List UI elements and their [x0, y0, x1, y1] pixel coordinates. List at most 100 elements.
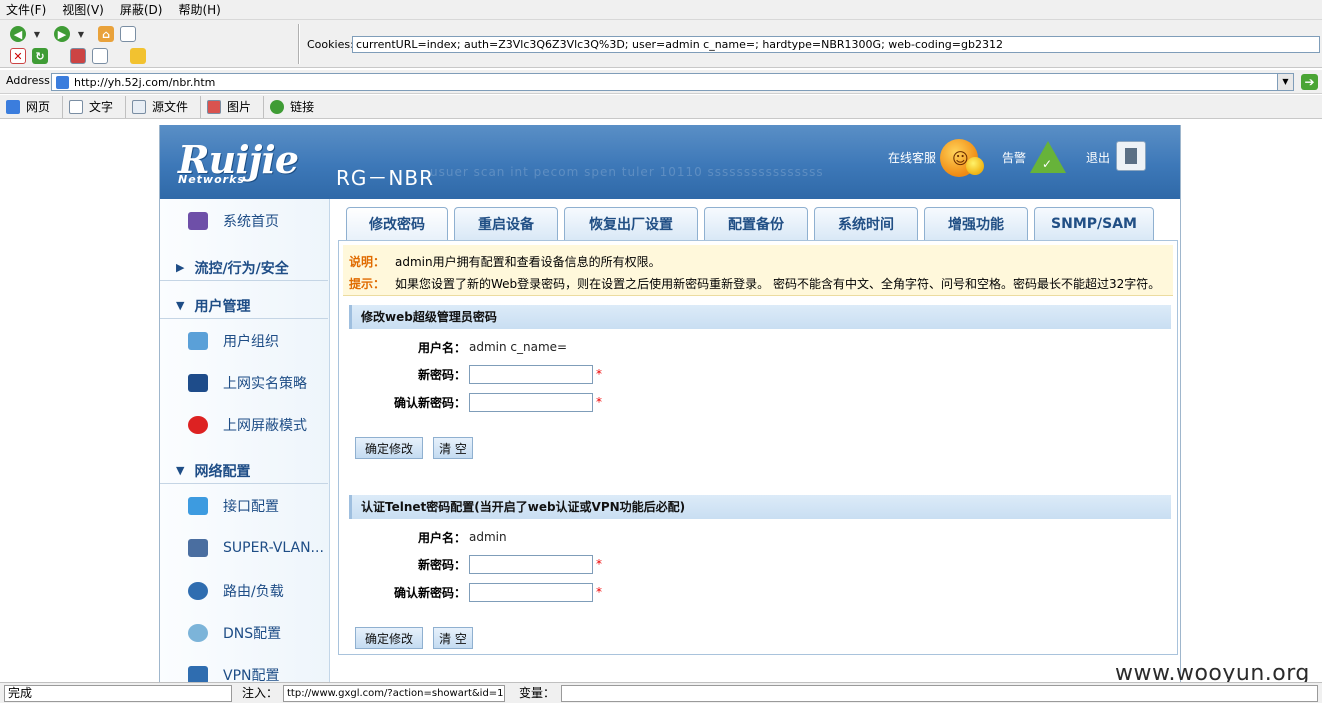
sidebar-item-dns[interactable]: DNS配置 [160, 613, 328, 653]
sidebar-item-label: 接口配置 [223, 499, 279, 515]
web-password-section-title: 修改web超级管理员密码 [349, 305, 1171, 329]
view-webpage-button[interactable]: 网页 [0, 95, 64, 118]
inject-label: 注入： [242, 686, 279, 700]
notice-box: 说明： admin用户拥有配置和查看设备信息的所有权限。 提示： 如果您设置了新的W… [343, 245, 1173, 296]
telnet-clear-button[interactable]: 清 空 [433, 627, 473, 649]
variable-label: 变量： [519, 686, 556, 700]
menu-bar: 文件(F) 视图(V) 屏蔽(D) 帮助(H) [0, 0, 1322, 20]
sidebar-item-vlan[interactable]: SUPER-VLAN... [160, 528, 328, 568]
tab-factory-reset[interactable]: 恢复出厂设置 [564, 207, 698, 240]
alarm-link[interactable]: 告警 [1002, 149, 1026, 166]
copy-icon[interactable] [70, 48, 86, 64]
web-submit-button[interactable]: 确定修改 [355, 437, 423, 459]
telnet-confirm-password-input[interactable] [469, 582, 593, 602]
tab-panel: 说明： admin用户拥有配置和查看设备信息的所有权限。 提示： 如果您设置了新的W… [338, 240, 1178, 655]
toolbar-separator [298, 24, 300, 64]
sidebar-group-user-mgmt[interactable]: ▼ 用户管理 [160, 293, 328, 319]
new-page-icon[interactable] [120, 26, 136, 42]
paste-icon[interactable] [92, 48, 108, 64]
sidebar-item-label: 用户组织 [223, 334, 279, 350]
logout-link[interactable]: 退出 [1086, 149, 1110, 166]
required-mark: * [596, 585, 602, 599]
sidebar-item-label: SUPER-VLAN... [223, 540, 324, 556]
notice-desc: 说明： admin用户拥有配置和查看设备信息的所有权限。 [349, 253, 661, 270]
edit-icon [188, 539, 208, 557]
menu-block[interactable]: 屏蔽(D) [120, 1, 163, 18]
logout-icon[interactable] [1116, 141, 1146, 171]
menu-view[interactable]: 视图(V) [62, 1, 104, 18]
address-input[interactable]: http://yh.52j.com/nbr.htm ▼ [51, 73, 1294, 91]
sidebar-group-net-cfg[interactable]: ▼ 网络配置 [160, 458, 328, 484]
web-new-password-row: 新密码： * [349, 364, 1169, 384]
telnet-new-password-input[interactable] [469, 554, 593, 574]
lock-icon[interactable] [130, 48, 146, 64]
web-new-password-input[interactable] [469, 364, 593, 384]
back-icon[interactable]: ◀ [10, 26, 26, 42]
sidebar-item-iface[interactable]: 接口配置 [160, 486, 328, 526]
tab-config-backup[interactable]: 配置备份 [704, 207, 808, 240]
address-bar: Address: http://yh.52j.com/nbr.htm ▼ ➔ [0, 70, 1322, 94]
forward-dropdown-icon[interactable]: ▼ [76, 26, 86, 42]
cookies-input[interactable]: currentURL=index; auth=Z3Vlc3Q6Z3Vlc3Q%3… [352, 36, 1320, 53]
sidebar-item-home[interactable]: 系统首页 [160, 201, 328, 241]
network-icon [188, 497, 208, 515]
sidebar-item-route[interactable]: 路由/负载 [160, 571, 328, 611]
notice-tip: 提示： 如果您设置了新的Web登录密码，则在设置之后使用新密码重新登录。 密码不能… [349, 275, 1160, 292]
chevron-down-icon: ▼ [176, 464, 185, 477]
view-bar: 网页 文字 源文件 图片 链接 [0, 95, 1322, 119]
stop-icon[interactable]: ✕ [10, 48, 26, 64]
view-webpage-label: 网页 [26, 100, 51, 114]
online-service-link[interactable]: 在线客服 [888, 149, 936, 166]
web-page: usuer scan int pecom spen tuler 10110 ss… [0, 125, 1322, 682]
view-links-label: 链接 [290, 100, 315, 114]
notice-desc-label: 说明： [349, 255, 386, 269]
tab-reboot[interactable]: 重启设备 [454, 207, 558, 240]
view-links-button[interactable]: 链接 [264, 96, 326, 118]
telnet-confirm-password-row: 确认新密码： * [349, 582, 1169, 602]
view-source-button[interactable]: 源文件 [126, 95, 202, 118]
telnet-username-label: 用户名： [417, 530, 466, 545]
view-text-label: 文字 [89, 100, 114, 114]
sidebar-group-flow[interactable]: ▶ 流控/行为/安全 [160, 255, 328, 281]
sidebar-item-vpn[interactable]: VPN配置 [160, 655, 328, 682]
back-dropdown-icon[interactable]: ▼ [32, 26, 42, 42]
router-header: usuer scan int pecom spen tuler 10110 ss… [160, 125, 1180, 199]
sidebar-item-user-group[interactable]: 用户组织 [160, 321, 328, 361]
toolbar-icons: ◀ ▼ ▶ ▼ ⌂ ✕ ↻ [6, 24, 296, 64]
web-confirm-password-input[interactable] [469, 392, 593, 412]
forward-icon[interactable]: ▶ [54, 26, 70, 42]
required-mark: * [596, 395, 602, 409]
web-username-label: 用户名： [417, 340, 466, 355]
sidebar-item-block[interactable]: 上网屏蔽模式 [160, 405, 328, 445]
home-icon[interactable]: ⌂ [98, 26, 114, 42]
view-text-button[interactable]: 文字 [63, 95, 127, 118]
book-icon [188, 374, 208, 392]
telnet-submit-button[interactable]: 确定修改 [355, 627, 423, 649]
web-confirm-password-label: 确认新密码： [393, 395, 466, 410]
web-clear-button[interactable]: 清 空 [433, 437, 473, 459]
go-icon[interactable]: ➔ [1301, 74, 1318, 90]
variable-input[interactable] [561, 685, 1318, 702]
menu-help[interactable]: 帮助(H) [178, 1, 220, 18]
web-username-value: admin c_name= [469, 340, 568, 354]
sidebar-item-label: 上网实名策略 [223, 376, 307, 392]
telnet-password-section-title: 认证Telnet密码配置(当开启了web认证或VPN功能后必配) [349, 495, 1171, 519]
menu-file[interactable]: 文件(F) [6, 1, 46, 18]
tab-system-time[interactable]: 系统时间 [814, 207, 918, 240]
tab-snmp-sam[interactable]: SNMP/SAM [1034, 207, 1154, 240]
refresh-icon[interactable]: ↻ [32, 48, 48, 64]
webpage-icon [6, 99, 20, 114]
inject-input[interactable]: ttp://www.gxgl.com/?action=showart&id=1{… [283, 685, 505, 702]
view-images-button[interactable]: 图片 [201, 95, 265, 118]
sidebar-item-label: 上网屏蔽模式 [223, 418, 307, 434]
text-icon [69, 99, 84, 114]
required-mark: * [596, 557, 602, 571]
sidebar: 系统首页 ▶ 流控/行为/安全 ▼ 用户管理 用户组织 上网实名策略 上网屏蔽模… [160, 199, 330, 682]
tab-change-password[interactable]: 修改密码 [346, 207, 448, 240]
address-dropdown-icon[interactable]: ▼ [1277, 74, 1293, 90]
image-icon [207, 99, 222, 114]
address-label: Address: [6, 74, 54, 87]
sidebar-group-label: 流控/行为/安全 [194, 260, 289, 277]
sidebar-item-realname[interactable]: 上网实名策略 [160, 363, 328, 403]
tab-enhanced[interactable]: 增强功能 [924, 207, 1028, 240]
